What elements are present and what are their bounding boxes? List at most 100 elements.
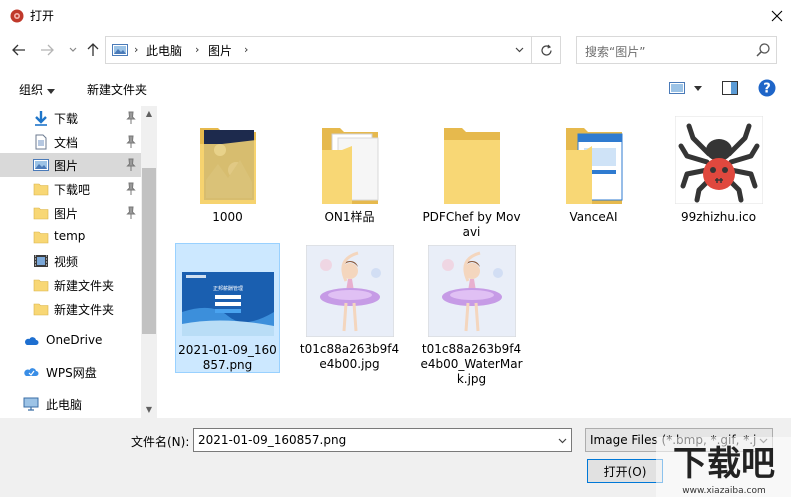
pin-icon (126, 158, 136, 171)
file-item-folder-on1[interactable]: ON1样品 (297, 110, 402, 228)
up-button[interactable] (84, 41, 102, 59)
navigation-pane[interactable]: 下载 文档 图片 下载吧 图片 temp 视频 新建文件夹 新建文件夹 OneD (0, 106, 157, 418)
svg-text:?: ? (763, 82, 771, 97)
screenshot-thumbnail: 正邦薪酬管理 (181, 272, 274, 336)
video-icon (34, 255, 48, 267)
sidebar-item-documents[interactable]: 文档 (0, 130, 141, 154)
caret-down-icon (694, 85, 702, 91)
pictures-location-icon (112, 44, 128, 56)
breadcrumb-this-pc[interactable]: 此电脑 (146, 42, 182, 59)
pin-icon (126, 135, 136, 148)
filename-dropdown-button[interactable] (554, 433, 570, 449)
chevron-down-icon (69, 47, 77, 52)
folder-icon (33, 279, 49, 292)
filename-input[interactable]: 2021-01-09_160857.png (198, 433, 346, 447)
file-item-folder-1000[interactable]: 1000 (175, 110, 280, 228)
pin-icon (126, 111, 136, 124)
close-button[interactable] (762, 0, 791, 31)
title-bar: 打开 (0, 0, 791, 31)
app-gear-icon (10, 9, 24, 23)
filename-label: 文件名(N): (131, 435, 190, 449)
folder-photo-icon (199, 128, 256, 204)
sidebar-item-downloads[interactable]: 下载 (0, 106, 141, 130)
command-toolbar: 组织 新建文件夹 ? (0, 70, 791, 106)
file-item-folder-vanceai[interactable]: VanceAI (541, 110, 646, 228)
open-button[interactable]: 打开(O) (587, 459, 663, 483)
back-button[interactable] (10, 41, 28, 59)
new-folder-button[interactable]: 新建文件夹 (87, 81, 147, 98)
file-item-99zhizhu-ico[interactable]: 99zhizhu.ico (666, 110, 771, 228)
sidebar-item-label: 图片 (54, 207, 79, 221)
breadcrumb-separator: › (195, 43, 200, 56)
sidebar-item-xiazaiba[interactable]: 下载吧 (0, 177, 141, 201)
sidebar-item-pictures-folder[interactable]: 图片 (0, 201, 141, 225)
sidebar-item-label: WPS网盘 (46, 366, 97, 380)
file-item-ballerina-watermark-jpg[interactable]: t01c88a263b9f4e4b00_WaterMark.jpg (419, 243, 524, 389)
watermark-logo-text: 下载吧 (673, 444, 775, 484)
folder-app-icon (565, 128, 622, 204)
sidebar-item-videos[interactable]: 视频 (0, 249, 141, 273)
file-name: PDFChef by Movavi (422, 210, 521, 239)
sidebar-item-label: OneDrive (46, 333, 103, 347)
svg-text:正邦薪酬管理: 正邦薪酬管理 (212, 285, 242, 292)
folder-icon (33, 183, 49, 196)
file-name: VanceAI (569, 210, 618, 224)
file-name: t01c88a263b9f4e4b00.jpg (299, 342, 400, 371)
sidebar-item-new-folder-1[interactable]: 新建文件夹 (0, 273, 141, 297)
view-icon (669, 82, 685, 94)
watermark-url: www.xiazaiba.com (682, 486, 766, 496)
chevron-down-icon (558, 438, 566, 444)
arrow-left-icon (12, 44, 25, 56)
window-title: 打开 (30, 9, 55, 23)
ballerina-thumbnail (305, 245, 394, 337)
pin-icon (126, 182, 136, 195)
view-dropdown-button[interactable] (688, 79, 708, 97)
sidebar-item-label: 视频 (54, 255, 79, 269)
sidebar-item-onedrive[interactable]: OneDrive (0, 329, 141, 353)
sidebar-item-temp[interactable]: temp (0, 225, 141, 249)
sidebar-item-this-pc[interactable]: 此电脑 (0, 392, 141, 416)
help-button[interactable]: ? (757, 79, 777, 97)
folder-document-icon (321, 128, 378, 204)
sidebar-scrollbar-thumb[interactable] (142, 168, 156, 334)
preview-pane-button[interactable] (720, 79, 740, 97)
folder-icon (443, 128, 500, 204)
sidebar-item-wps-cloud[interactable]: WPS网盘 (0, 360, 141, 384)
recent-locations-button[interactable] (64, 41, 82, 59)
folder-icon (33, 207, 49, 220)
view-options-button[interactable] (667, 79, 687, 97)
scroll-down-button[interactable]: ▼ (141, 402, 157, 416)
breadcrumb-pictures[interactable]: 图片 (208, 42, 232, 59)
search-input[interactable]: 搜索“图片” (585, 43, 645, 60)
forward-button[interactable] (38, 41, 56, 59)
file-item-screenshot-png[interactable]: 正邦薪酬管理 2021-01-09_160857.png (175, 243, 280, 373)
breadcrumb-separator: › (244, 43, 249, 56)
sidebar-item-new-folder-2[interactable]: 新建文件夹 (0, 297, 141, 321)
arrow-right-icon (41, 44, 54, 56)
folder-icon (33, 303, 49, 316)
organize-menu[interactable]: 组织 (19, 81, 55, 98)
computer-icon (23, 397, 39, 411)
cloud-icon (25, 337, 39, 345)
file-name: 2021-01-09_160857.png (178, 343, 277, 372)
sidebar-item-label: 图片 (54, 159, 79, 173)
sidebar-item-label: 文档 (54, 136, 79, 150)
refresh-button[interactable] (532, 36, 561, 64)
chevron-down-icon (515, 47, 523, 53)
search-box[interactable]: 搜索“图片” (576, 36, 777, 64)
folder-icon (33, 231, 49, 244)
file-list[interactable]: 1000 ON1样品 PDFChef by Movavi VanceAI 99z… (158, 106, 791, 418)
help-icon: ? (758, 79, 776, 97)
sidebar-item-pictures[interactable]: 图片 (0, 153, 141, 177)
file-item-folder-pdfchef[interactable]: PDFChef by Movavi (419, 110, 524, 244)
address-bar[interactable]: › 此电脑 › 图片 › (105, 36, 532, 64)
search-icon (756, 43, 770, 57)
sidebar-item-label: 新建文件夹 (54, 279, 115, 293)
file-name: 1000 (212, 210, 243, 224)
refresh-icon (540, 44, 552, 56)
wps-cloud-icon (24, 368, 39, 376)
filename-field[interactable]: 2021-01-09_160857.png (193, 428, 572, 452)
address-dropdown-button[interactable] (508, 39, 530, 61)
file-item-ballerina-jpg[interactable]: t01c88a263b9f4e4b00.jpg (297, 243, 402, 373)
scroll-up-button[interactable]: ▲ (141, 106, 157, 120)
